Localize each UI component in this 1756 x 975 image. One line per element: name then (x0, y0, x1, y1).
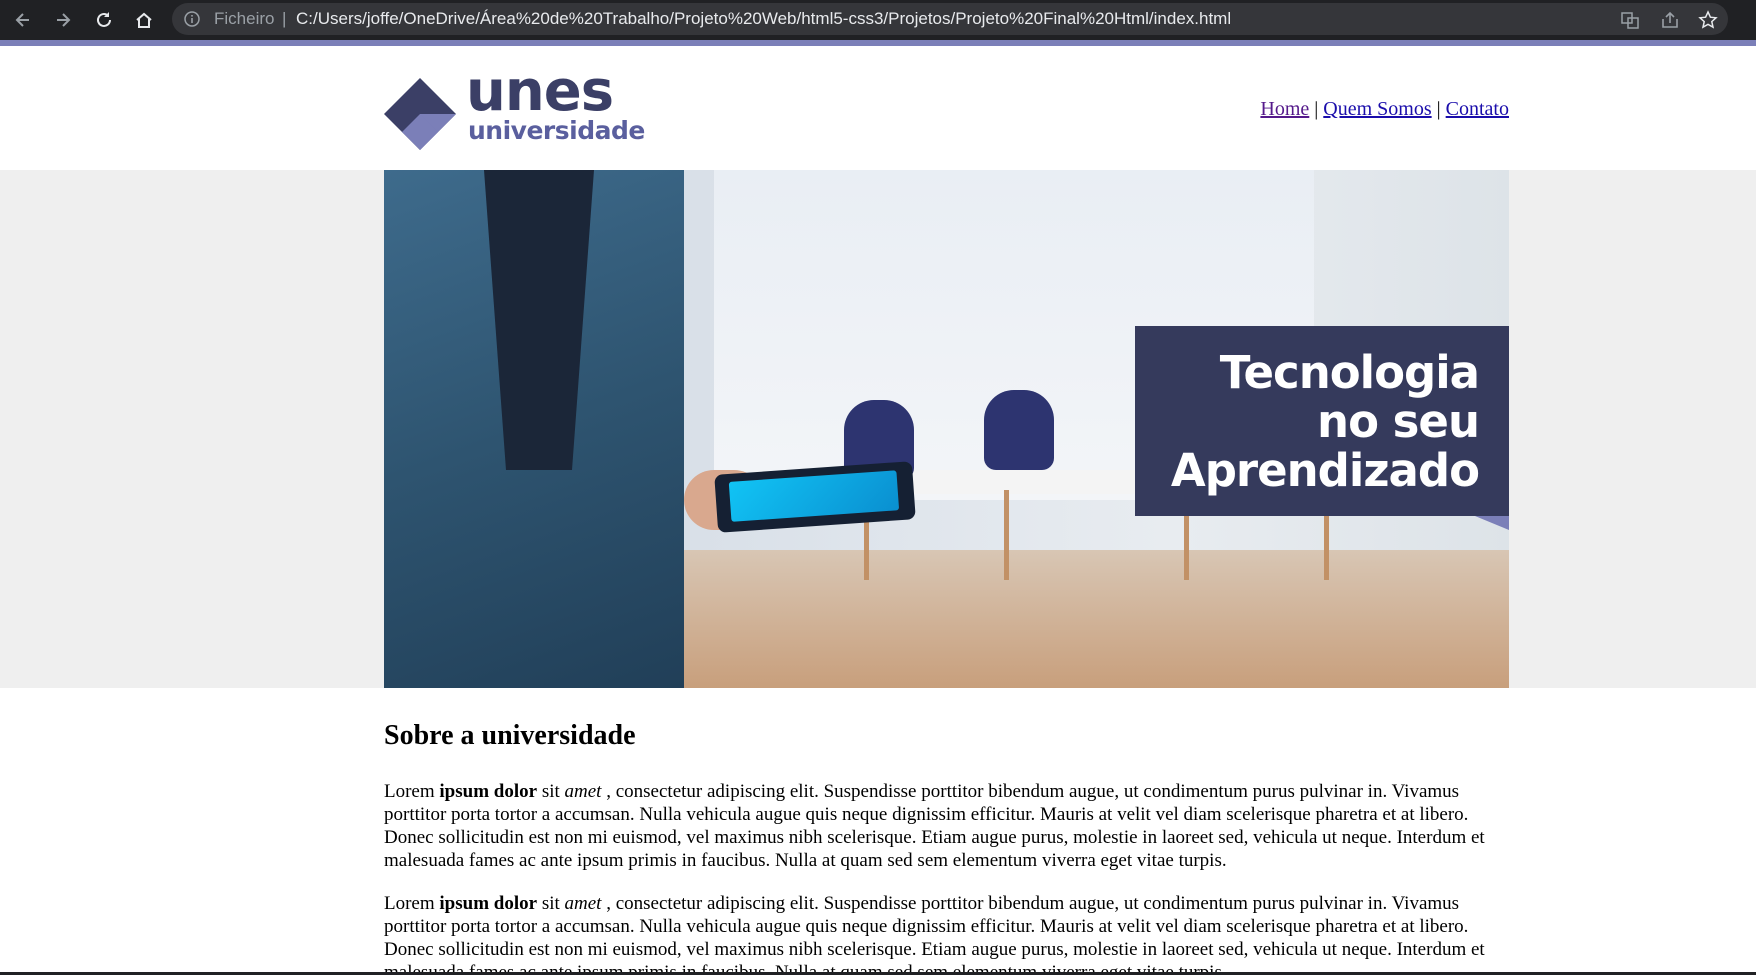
reload-icon[interactable] (90, 6, 118, 34)
star-icon[interactable] (1698, 10, 1718, 30)
translate-icon[interactable] (1620, 10, 1640, 30)
nav-link-home[interactable]: Home (1260, 98, 1309, 120)
section-title: Sobre a universidade (384, 720, 636, 751)
hero-caption-line: Aprendizado (1170, 444, 1480, 497)
nav-link-contato[interactable]: Contato (1446, 98, 1509, 120)
paragraph: Lorem ipsum dolor sit amet , consectetur… (384, 780, 1509, 872)
nav-separator: | (1436, 98, 1441, 120)
paragraph-text: Lorem (384, 893, 435, 914)
hero-chair-leg (1004, 490, 1009, 580)
scheme-separator: | (282, 9, 287, 28)
hero-caption-box: Tecnologia no seu Aprendizado (1135, 326, 1509, 516)
unes-logo[interactable]: unes universidade (384, 64, 654, 150)
main-content: Sobre a universidade Lorem ipsum dolor s… (384, 720, 1509, 975)
paragraph-text: sit (541, 893, 560, 914)
forward-arrow-icon[interactable] (49, 6, 77, 34)
hero-caption-line: no seu (1317, 395, 1480, 448)
paragraph-text: sit (541, 781, 560, 802)
scheme-label: Ficheiro (214, 9, 275, 28)
logo-subtitle: universidade (468, 116, 645, 145)
logo-wordmark: unes (466, 59, 614, 124)
hero-tablet (714, 461, 916, 533)
url-text[interactable]: C:/Users/joffe/OneDrive/Área%20de%20Trab… (296, 9, 1231, 29)
hero-chair (984, 390, 1054, 470)
paragraph: Lorem ipsum dolor sit amet , consectetur… (384, 892, 1509, 975)
paragraph-bold: ipsum dolor (439, 781, 538, 802)
paragraph-italic: amet (564, 893, 602, 914)
info-icon[interactable] (184, 11, 200, 27)
nav-separator: | (1314, 98, 1319, 120)
share-icon[interactable] (1660, 10, 1680, 30)
home-icon[interactable] (130, 6, 158, 34)
browser-toolbar: Ficheiro | C:/Users/joffe/OneDrive/Área%… (0, 0, 1756, 40)
hero-caption-line: Tecnologia (1219, 346, 1480, 399)
paragraph-italic: amet (564, 781, 602, 802)
paragraph-bold: ipsum dolor (439, 893, 538, 914)
back-arrow-icon[interactable] (9, 6, 37, 34)
hero-caption: Tecnologia no seu Aprendizado (1170, 346, 1480, 497)
address-bar[interactable]: Ficheiro | C:/Users/joffe/OneDrive/Área%… (172, 3, 1728, 35)
main-nav: Home | Quem Somos | Contato (1260, 98, 1509, 121)
logo-diamond-icon (384, 78, 456, 150)
hero-tablet-screen (728, 470, 900, 522)
site-header: unes universidade Home | Quem Somos | Contat… (0, 46, 1756, 170)
nav-link-quem-somos[interactable]: Quem Somos (1323, 98, 1431, 120)
paragraph-text: Lorem (384, 781, 435, 802)
